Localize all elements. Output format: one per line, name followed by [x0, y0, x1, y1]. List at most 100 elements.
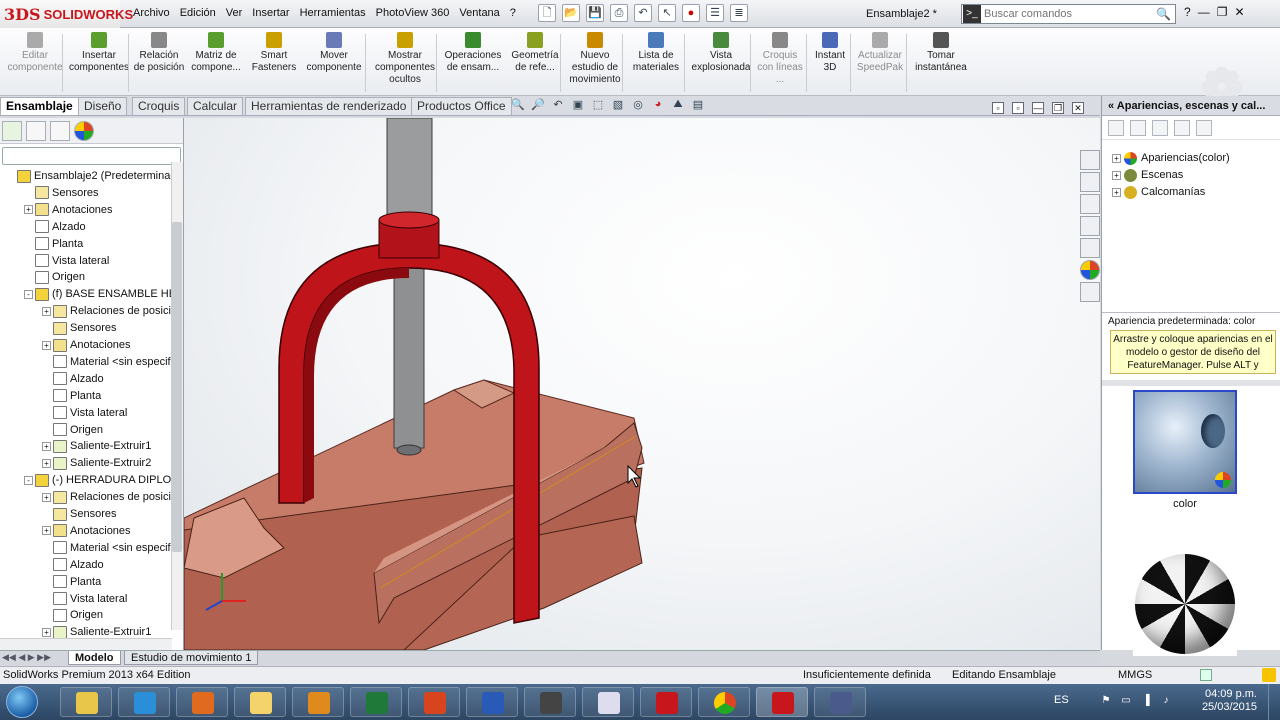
taskbar-word[interactable]: [466, 687, 518, 717]
language-indicator[interactable]: ES: [1054, 694, 1069, 706]
taskbar-office-app[interactable]: [408, 687, 460, 717]
configuration-manager-icon[interactable]: [50, 121, 70, 141]
taskbar-chrome[interactable]: [698, 687, 750, 717]
taskbar-media-player[interactable]: [176, 687, 228, 717]
open-folder-icon[interactable]: 📂: [562, 4, 580, 22]
restore-icon[interactable]: ❐: [1217, 5, 1228, 19]
search-icon[interactable]: 🔍: [1156, 7, 1171, 21]
appearances-icon[interactable]: [1080, 260, 1100, 280]
assembly-model[interactable]: [184, 118, 1100, 650]
cmd-button[interactable]: Mostrar componentes ocultos: [370, 32, 440, 86]
cmd-button[interactable]: Insertar componentes: [68, 32, 130, 74]
view-settings-icon[interactable]: ▤: [690, 98, 706, 114]
tree-item[interactable]: Vista lateral: [42, 405, 127, 422]
tab-diseño[interactable]: Diseño: [78, 97, 128, 115]
rebuild-status-icon[interactable]: [1200, 669, 1212, 681]
taskbar-ftp-client[interactable]: [292, 687, 344, 717]
status-units[interactable]: MMGS: [1118, 667, 1152, 684]
status-edit-mode[interactable]: Editando Ensamblaje: [952, 667, 1056, 684]
tree-item[interactable]: Alzado: [24, 219, 86, 236]
save-icon[interactable]: 💾: [586, 4, 604, 22]
tree-item[interactable]: + Saliente-Extruir2: [42, 455, 151, 472]
taskbar-save-app[interactable]: [814, 687, 866, 717]
expand-icon[interactable]: +: [42, 492, 51, 502]
cmd-button[interactable]: Geometría de refe...: [506, 32, 564, 74]
taskbar-solidworks-ds[interactable]: [524, 687, 576, 717]
tree-item[interactable]: Planta: [42, 574, 101, 591]
tree-item[interactable]: Vista lateral: [42, 591, 127, 608]
cmd-button[interactable]: Nuevo estudio de movimiento: [565, 32, 625, 86]
taskbar-notes[interactable]: [234, 687, 286, 717]
appearance-tree-item[interactable]: + Calcomanías: [1112, 184, 1205, 201]
minimize-icon[interactable]: —: [1198, 5, 1210, 19]
file-properties-icon[interactable]: ☰: [706, 4, 724, 22]
cmd-button[interactable]: Croquis con líneas ...: [755, 32, 805, 86]
tree-item[interactable]: Material <sin especific: [42, 540, 179, 557]
tree-item[interactable]: + Anotaciones: [42, 337, 131, 354]
tree-item[interactable]: - (-) HERRADURA DIPLOMA: [24, 472, 183, 489]
tab-productos-office[interactable]: Productos Office: [411, 97, 512, 115]
expand-icon[interactable]: +: [24, 205, 33, 215]
tree-item[interactable]: + Anotaciones: [24, 202, 113, 219]
appearance-swatch-checker[interactable]: [1133, 552, 1237, 656]
cmd-button[interactable]: Tomar instantánea: [910, 32, 972, 74]
collapse-pane-icon[interactable]: «: [1108, 100, 1114, 112]
bottom-tab[interactable]: Modelo: [68, 651, 121, 665]
clock[interactable]: 04:09 p.m. 25/03/2015: [1197, 688, 1257, 714]
menu-item[interactable]: PhotoView 360: [371, 7, 455, 19]
add-folder-icon[interactable]: [1130, 120, 1146, 136]
windows-start-button[interactable]: [6, 686, 38, 718]
tab-croquis[interactable]: Croquis: [132, 97, 186, 115]
cmd-button[interactable]: Matriz de compone...: [186, 32, 246, 74]
menu-item[interactable]: Ventana: [454, 7, 504, 19]
cmd-button[interactable]: Actualizar SpeedPak: [855, 32, 905, 74]
taskbar-excel[interactable]: [350, 687, 402, 717]
select-cursor-icon[interactable]: ↖: [658, 4, 676, 22]
featuremanager-tree-icon[interactable]: [2, 121, 22, 141]
home-icon[interactable]: [1080, 172, 1100, 192]
close-icon[interactable]: ✕: [1234, 5, 1244, 19]
hide-show-items-icon[interactable]: ◎: [630, 98, 646, 114]
undo-icon[interactable]: ↶: [634, 4, 652, 22]
expand-icon[interactable]: +: [1112, 170, 1121, 180]
zoom-to-area-icon[interactable]: 🔎: [530, 98, 546, 114]
cmd-button[interactable]: Operaciones de ensam...: [441, 32, 505, 74]
cmd-button[interactable]: Lista de materiales: [628, 32, 684, 74]
solidworks-logo[interactable]: 3DS SOLIDWORKS: [0, 0, 133, 28]
scrollbar-thumb[interactable]: [172, 222, 182, 552]
back-icon[interactable]: [1108, 120, 1124, 136]
volume-icon[interactable]: ♪: [1160, 695, 1172, 707]
apply-scene-icon[interactable]: ⛰: [670, 98, 686, 114]
tree-item[interactable]: Alzado: [42, 557, 104, 574]
section-view-icon[interactable]: ▣: [570, 98, 586, 114]
notification-icon[interactable]: [1262, 668, 1276, 682]
taskbar-solidworks[interactable]: [640, 687, 692, 717]
tree-item[interactable]: + Relaciones de posición: [42, 303, 183, 320]
appearance-tree-item[interactable]: + Apariencias(color): [1112, 150, 1230, 167]
tree-item[interactable]: Sensores: [24, 185, 98, 202]
menu-item[interactable]: Edición: [175, 7, 221, 19]
tab-scroll-arrows[interactable]: ◀◀ ◀ ▶ ▶▶: [2, 652, 51, 663]
menu-item[interactable]: Ver: [221, 7, 248, 19]
design-library-icon[interactable]: [1080, 194, 1100, 214]
taskbar-explorer[interactable]: [60, 687, 112, 717]
expand-icon[interactable]: +: [42, 306, 51, 316]
taskbar-internet-explorer[interactable]: [118, 687, 170, 717]
folder-icon[interactable]: [1152, 120, 1168, 136]
tree-item[interactable]: Material <sin especific: [42, 354, 179, 371]
tree-item[interactable]: Sensores: [42, 506, 116, 523]
flag-icon[interactable]: ⚑: [1100, 695, 1112, 707]
menu-item[interactable]: Herramientas: [295, 7, 371, 19]
menu-item[interactable]: Insertar: [247, 7, 294, 19]
search-commands-input[interactable]: [984, 8, 1144, 20]
view-orientation-icon[interactable]: ⬚: [590, 98, 606, 114]
appearance-tree-item[interactable]: + Escenas: [1112, 167, 1183, 184]
up-icon[interactable]: [1196, 120, 1212, 136]
refresh-icon[interactable]: [1174, 120, 1190, 136]
menu-item[interactable]: ?: [505, 7, 521, 19]
viewport-split-icon[interactable]: ▫: [992, 102, 1004, 114]
cmd-button[interactable]: Instant 3D: [810, 32, 850, 74]
tree-item[interactable]: Origen: [24, 269, 85, 286]
expand-icon[interactable]: +: [42, 340, 51, 350]
tree-item[interactable]: Planta: [42, 388, 101, 405]
